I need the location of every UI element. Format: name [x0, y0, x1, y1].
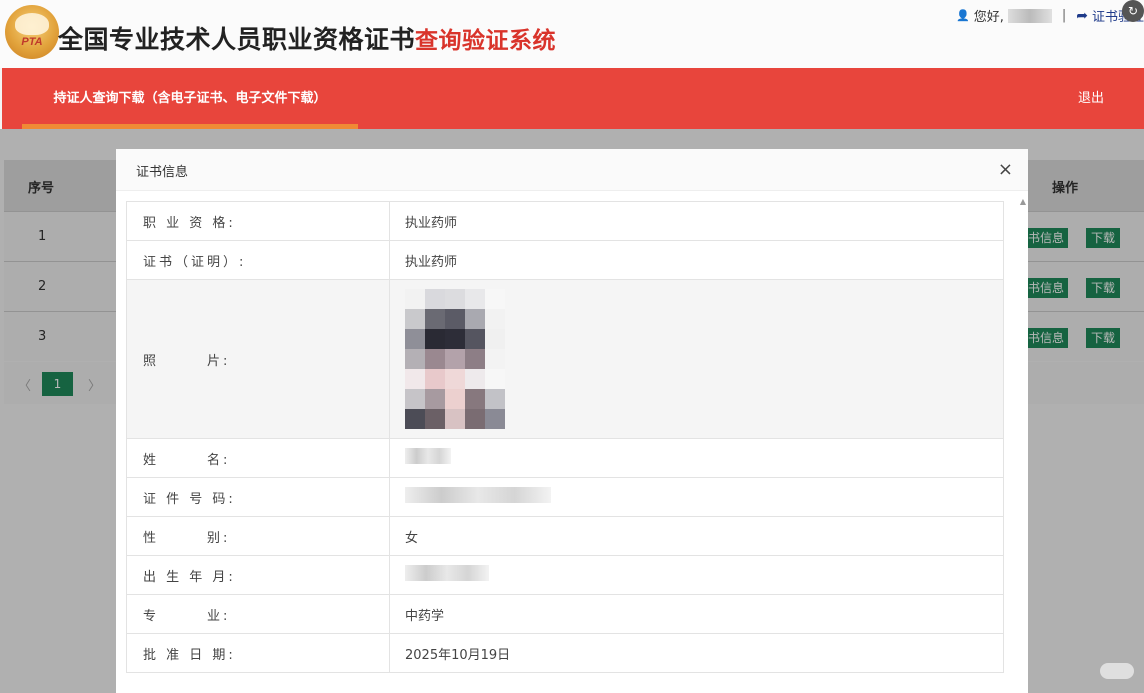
- header: PTA 全国专业技术人员职业资格证书查询验证系统 👤 您好, | ➦ 证书验证 …: [0, 0, 1144, 68]
- certificate-value: 执业药师: [389, 240, 1004, 280]
- info-row-major: 专 业: 中药学: [126, 594, 1004, 634]
- greeting-text: 您好,: [973, 10, 1004, 25]
- logo-text: PTA: [21, 36, 43, 48]
- photo-cell: [389, 279, 1004, 439]
- id-number-label: 证 件 号 码:: [126, 477, 390, 517]
- name-label: 姓 名:: [126, 438, 390, 478]
- modal-header: 证书信息 ×: [116, 149, 1028, 191]
- qualification-label: 职 业 资 格:: [126, 201, 390, 241]
- approval-date-value: 2025年10月19日: [389, 633, 1004, 673]
- major-label: 专 业:: [126, 594, 390, 634]
- certificate-info-modal: 证书信息 × ▲ 职 业 资 格: 执业药师 证书（证明）: 执业药师 照 片:: [116, 149, 1028, 693]
- id-number-value-blurred: [389, 477, 1004, 517]
- logout-link[interactable]: 退出: [1078, 68, 1104, 130]
- qualification-value: 执业药师: [389, 201, 1004, 241]
- info-row-name: 姓 名:: [126, 438, 1004, 478]
- name-value-blurred: [389, 438, 1004, 478]
- approval-date-label: 批 准 日 期:: [126, 633, 390, 673]
- corner-close-icon[interactable]: ↻: [1122, 0, 1144, 22]
- holder-photo-pixelated: [405, 289, 505, 429]
- info-row-photo: 照 片:: [126, 279, 1004, 439]
- gender-label: 性 别:: [126, 516, 390, 556]
- photo-label: 照 片:: [126, 279, 390, 439]
- blurred-username: [1007, 8, 1052, 23]
- info-row-qualification: 职 业 资 格: 执业药师: [126, 201, 1004, 241]
- gender-value: 女: [389, 516, 1004, 556]
- site-title-sub: 查询验证系统: [415, 28, 557, 54]
- site-title: 全国专业技术人员职业资格证书查询验证系统: [58, 20, 556, 56]
- user-icon: 👤: [956, 9, 970, 22]
- info-row-birth: 出 生 年 月:: [126, 555, 1004, 595]
- close-icon[interactable]: ×: [998, 159, 1013, 180]
- nav-bar: 持证人查询下载（含电子证书、电子文件下载） 退出: [2, 68, 1144, 129]
- tab-holder-query[interactable]: 持证人查询下载（含电子证书、电子文件下载）: [22, 68, 358, 129]
- major-value: 中药学: [389, 594, 1004, 634]
- info-row-approval-date: 批 准 日 期: 2025年10月19日: [126, 633, 1004, 673]
- info-row-gender: 性 别: 女: [126, 516, 1004, 556]
- birth-label: 出 生 年 月:: [126, 555, 390, 595]
- scroll-up-icon[interactable]: ▲: [1020, 197, 1026, 206]
- certificate-info-table: 职 业 资 格: 执业药师 证书（证明）: 执业药师 照 片: 姓 名: 证 件…: [126, 201, 1004, 673]
- share-arrow-icon: ➦: [1076, 7, 1088, 24]
- logo-emblem: [15, 13, 49, 35]
- birth-value-blurred: [389, 555, 1004, 595]
- modal-title: 证书信息: [136, 165, 189, 180]
- info-row-certificate: 证书（证明）: 执业药师: [126, 240, 1004, 280]
- site-title-main: 全国专业技术人员职业资格证书: [58, 25, 416, 54]
- separator: |: [1061, 8, 1067, 23]
- pta-logo: PTA: [5, 5, 59, 59]
- info-row-id-number: 证 件 号 码:: [126, 477, 1004, 517]
- certificate-label: 证书（证明）:: [126, 240, 390, 280]
- chat-bubble-icon[interactable]: [1100, 663, 1134, 679]
- user-area: 👤 您好, | ➦ 证书验证: [956, 6, 1144, 26]
